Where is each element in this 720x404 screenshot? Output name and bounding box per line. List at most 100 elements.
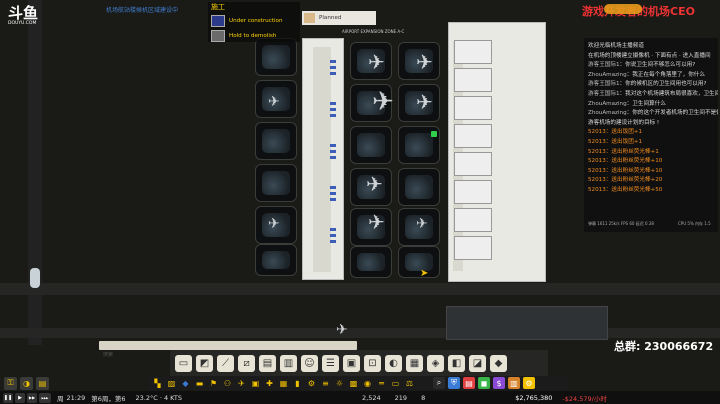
gate-icon: ▤ <box>262 357 273 369</box>
chat-text: 卫生间算什么 <box>632 100 666 107</box>
legend-label: Under construction <box>229 18 283 24</box>
report-icon[interactable]: ▥ <box>508 377 520 389</box>
layers-icon[interactable]: ◑ <box>20 376 33 390</box>
airplane-icon[interactable]: ✈ <box>336 320 348 340</box>
weather: 23.2°C · 4 KTS <box>135 393 183 402</box>
airplane-icon[interactable]: ✈ <box>268 214 280 234</box>
list-icon: ☰ <box>326 357 335 369</box>
bar-icon: ◧ <box>451 357 462 369</box>
chat-username[interactable]: 52013 <box>588 168 606 174</box>
chat-username[interactable]: 游客王国际1 <box>588 62 620 68</box>
legend-item-hold-demolish: Hold to demolish <box>211 30 276 42</box>
gate-tool-button[interactable]: ▤ <box>259 354 276 372</box>
foundation-icon[interactable]: ▨ <box>166 378 177 389</box>
road-icon[interactable]: ═ <box>376 378 387 389</box>
list-tool-button[interactable]: ☰ <box>322 354 339 372</box>
person-marker-tool-button[interactable]: ☺ <box>301 354 318 372</box>
chat-username[interactable]: 52013 <box>588 187 606 193</box>
ticket-icon[interactable]: ▤ <box>463 377 475 389</box>
chat-username[interactable]: 52013 <box>588 177 606 183</box>
chat-username[interactable]: ZhouAmazing <box>588 72 627 78</box>
fuel-icon[interactable]: ▮ <box>292 378 303 389</box>
runway-road <box>0 328 720 338</box>
food-outlet-tool-button[interactable]: ◐ <box>385 354 402 372</box>
shop-tool-button[interactable]: ▣ <box>343 354 360 372</box>
chat-username[interactable]: ZhouAmazing <box>588 101 627 107</box>
lounge-icon: ◪ <box>472 357 483 369</box>
jetway-icon: ⟋ <box>222 357 229 369</box>
search-icon[interactable]: ⌕ <box>433 377 445 389</box>
fastest-button[interactable]: ▶▶▶ <box>39 392 51 403</box>
jetway-tool-button[interactable]: ⟋ <box>217 354 234 372</box>
parking-icon[interactable]: ◉ <box>362 378 373 389</box>
lighting-icon[interactable]: ☼ <box>334 378 345 389</box>
decoration-tool-button[interactable]: ◆ <box>490 354 507 372</box>
overview-icon[interactable]: ▤ <box>36 376 49 390</box>
chat-text: 送出粉丝荧光棒+50 <box>611 186 663 193</box>
airplane-icon[interactable]: ✈ <box>416 52 433 72</box>
chat-panel[interactable]: 欢迎光临机场主播频道 在机场的顶楼建立摄像机 · 下面有点 · 进入直播间 游客王国… <box>584 38 718 232</box>
shop-2-tool-button[interactable]: ⊡ <box>364 354 381 372</box>
restaurant-tool-button[interactable]: ◈ <box>427 354 444 372</box>
pier-1-stands <box>255 38 305 278</box>
settings-icon[interactable]: ⚙ <box>523 377 535 389</box>
chat-text: 我正在每个角落里了，你什么 <box>632 71 705 78</box>
utility-icon[interactable]: ▩ <box>348 378 359 389</box>
chat-message: 52013：送出粉丝荧光棒+10 <box>588 158 663 165</box>
runway-icon[interactable]: ▭ <box>390 378 401 389</box>
seating-tool-button[interactable]: ▭ <box>175 354 192 372</box>
staff-icon[interactable]: ⚇ <box>222 378 233 389</box>
key-icon[interactable]: ⚿ <box>4 376 17 390</box>
hangar-building <box>446 306 608 340</box>
fast-forward-button[interactable]: ▶▶ <box>27 392 37 403</box>
money-icon[interactable]: $ <box>493 377 505 389</box>
airplane-icon[interactable]: ✈ <box>366 174 383 194</box>
cursor-icon: ➤ <box>420 268 429 279</box>
chat-message: ZhouAmazing：我正在每个角落里了，你什么 <box>588 71 705 78</box>
airplane-icon[interactable]: ✈ <box>372 89 394 115</box>
policy-icon[interactable]: ⚖ <box>404 378 415 389</box>
chat-username[interactable]: 52013 <box>588 139 606 145</box>
chat-username[interactable]: 游客王国际1 <box>588 81 620 87</box>
kiosk-tool-button[interactable]: ▦ <box>406 354 423 372</box>
chat-username[interactable]: 52013 <box>588 149 606 155</box>
pier-2-stands <box>350 38 440 278</box>
chat-username[interactable]: 游客王国际1 <box>588 91 620 97</box>
security-icon[interactable]: ⚑ <box>208 378 219 389</box>
bus-icon[interactable]: ▬ <box>194 378 205 389</box>
escalator-tool-button[interactable]: ⧄ <box>238 354 255 372</box>
status-bar: ❚❚ ▶ ▶▶ ▶▶▶ 周 21:29 第6周，第6 23.2°C · 4 KT… <box>0 391 720 404</box>
chat-username[interactable]: 52013 <box>588 129 606 135</box>
chat-username[interactable]: 52013 <box>588 158 606 164</box>
selected-marker[interactable] <box>431 131 437 137</box>
transport-icon[interactable]: ◆ <box>180 378 191 389</box>
bar-tool-button[interactable]: ◧ <box>448 354 465 372</box>
lounge-tool-button[interactable]: ◪ <box>469 354 486 372</box>
ramp-tool-button[interactable]: ◩ <box>196 354 213 372</box>
baggage-icon[interactable]: ▣ <box>250 378 261 389</box>
cart-icon[interactable]: ◼ <box>478 377 490 389</box>
airplane-icon[interactable]: ✈ <box>368 52 385 72</box>
airplane-icon[interactable]: ✈ <box>368 212 385 232</box>
play-button[interactable]: ▶ <box>15 392 25 403</box>
shield-icon[interactable]: ⛨ <box>448 377 460 389</box>
airplane-icon[interactable]: ✈ <box>416 214 428 234</box>
chat-message: 52013：送出粉丝荧光棒+20 <box>588 177 663 184</box>
walkway-icon: ▥ <box>283 357 294 369</box>
flight-icon[interactable]: ✈ <box>236 378 247 389</box>
chat-message: 游客王国际1：你说卫生间不够怎么可以用? <box>588 62 696 69</box>
maintenance-icon[interactable]: ⚙ <box>306 378 317 389</box>
pause-button[interactable]: ❚❚ <box>3 392 13 403</box>
airplane-icon[interactable]: ✈ <box>416 92 433 112</box>
passenger-count: 2,524 <box>362 393 381 402</box>
bench-icon[interactable]: ≡ <box>320 378 331 389</box>
food-icon[interactable]: ✚ <box>264 378 275 389</box>
chat-text: 送出饭团+1 <box>611 129 643 136</box>
walkway-tool-button[interactable]: ▥ <box>280 354 297 372</box>
airplane-icon[interactable]: ✈ <box>268 92 280 112</box>
zone-icon[interactable]: ▚ <box>152 378 163 389</box>
legend-item-under-construction: Under construction <box>211 15 283 27</box>
search-input[interactable]: 搜索 <box>99 341 357 358</box>
shop-icon[interactable]: ▦ <box>278 378 289 389</box>
chat-username[interactable]: ZhouAmazing <box>588 110 627 116</box>
